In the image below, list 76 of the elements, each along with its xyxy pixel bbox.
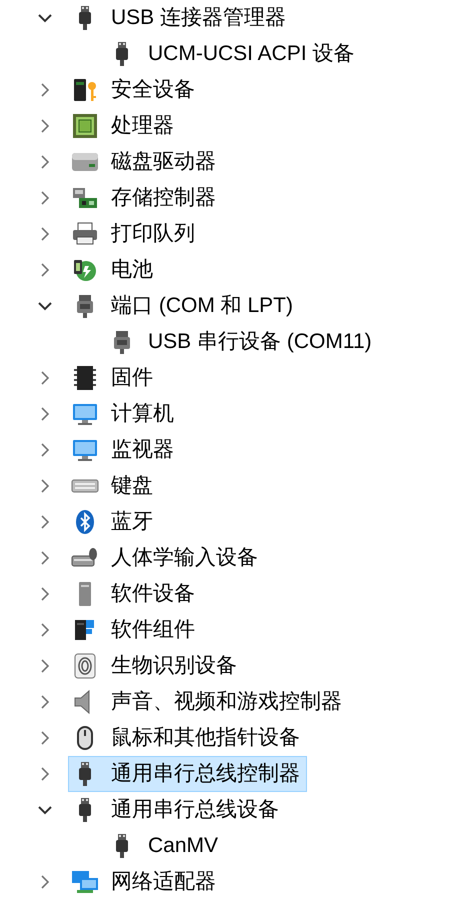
expand-chevron-icon[interactable] bbox=[41, 875, 50, 889]
tree-item[interactable]: 键盘 bbox=[68, 468, 160, 504]
device-key-icon bbox=[71, 76, 99, 104]
item-label: 通用串行总线控制器 bbox=[111, 761, 300, 788]
network-icon bbox=[71, 868, 99, 896]
tree-item[interactable]: 生物识别设备 bbox=[68, 648, 244, 684]
tree-item[interactable]: 声音、视频和游戏控制器 bbox=[68, 684, 349, 720]
expand-chevron-icon[interactable] bbox=[41, 767, 50, 781]
item-label: 人体学输入设备 bbox=[111, 545, 258, 572]
item-label: 处理器 bbox=[111, 113, 174, 140]
tree-item[interactable]: USB 连接器管理器 bbox=[68, 0, 294, 36]
item-label: USB 串行设备 (COM11) bbox=[148, 329, 372, 356]
tree-item[interactable]: 磁盘驱动器 bbox=[68, 144, 223, 180]
item-label: UCM-UCSI ACPI 设备 bbox=[148, 41, 355, 68]
expand-chevron-icon[interactable] bbox=[41, 515, 50, 529]
chip-icon bbox=[71, 112, 99, 140]
item-label: 端口 (COM 和 LPT) bbox=[111, 293, 293, 320]
item-label: 磁盘驱动器 bbox=[111, 149, 216, 176]
collapse-chevron-icon[interactable] bbox=[38, 806, 52, 814]
item-label: USB 连接器管理器 bbox=[111, 5, 286, 32]
item-label: 存储控制器 bbox=[111, 185, 216, 212]
tree-item[interactable]: 鼠标和其他指针设备 bbox=[68, 720, 307, 756]
tree-item[interactable]: 存储控制器 bbox=[68, 180, 223, 216]
tree-item[interactable]: 通用串行总线控制器 bbox=[68, 756, 307, 792]
tree-item[interactable]: 人体学输入设备 bbox=[68, 540, 265, 576]
item-label: 蓝牙 bbox=[111, 509, 153, 536]
item-label: 键盘 bbox=[111, 473, 153, 500]
expand-chevron-icon[interactable] bbox=[41, 659, 50, 673]
item-label: 固件 bbox=[111, 365, 153, 392]
chip-icon bbox=[71, 364, 99, 392]
item-label: 电池 bbox=[111, 257, 153, 284]
item-label: 软件组件 bbox=[111, 617, 195, 644]
tree-item[interactable]: 通用串行总线设备 bbox=[68, 792, 286, 828]
expand-chevron-icon[interactable] bbox=[41, 371, 50, 385]
collapse-chevron-icon[interactable] bbox=[38, 302, 52, 310]
item-label: 通用串行总线设备 bbox=[111, 797, 279, 824]
tree-item[interactable]: 固件 bbox=[68, 360, 160, 396]
expand-chevron-icon[interactable] bbox=[41, 551, 50, 565]
expand-chevron-icon[interactable] bbox=[41, 623, 50, 637]
item-label: CanMV bbox=[148, 833, 218, 860]
expand-chevron-icon[interactable] bbox=[41, 443, 50, 457]
expand-chevron-icon[interactable] bbox=[41, 119, 50, 133]
expand-chevron-icon[interactable] bbox=[41, 227, 50, 241]
tree-item[interactable]: 处理器 bbox=[68, 108, 181, 144]
expand-chevron-icon[interactable] bbox=[41, 479, 50, 493]
item-label: 网络适配器 bbox=[111, 869, 216, 896]
tree-item[interactable]: USB 串行设备 (COM11) bbox=[105, 324, 379, 360]
expand-chevron-icon[interactable] bbox=[41, 191, 50, 205]
expand-chevron-icon[interactable] bbox=[41, 695, 50, 709]
tree-item[interactable]: UCM-UCSI ACPI 设备 bbox=[105, 36, 362, 72]
tree-item[interactable]: 监视器 bbox=[68, 432, 181, 468]
item-label: 声音、视频和游戏控制器 bbox=[111, 689, 342, 716]
tree-item[interactable]: 安全设备 bbox=[68, 72, 202, 108]
item-label: 生物识别设备 bbox=[111, 653, 237, 680]
tree-item[interactable]: CanMV bbox=[105, 828, 226, 864]
tree-item[interactable]: 端口 (COM 和 LPT) bbox=[68, 288, 300, 324]
item-label: 打印队列 bbox=[111, 221, 195, 248]
item-label: 监视器 bbox=[111, 437, 174, 464]
item-label: 安全设备 bbox=[111, 77, 195, 104]
expand-chevron-icon[interactable] bbox=[41, 263, 50, 277]
expand-chevron-icon[interactable] bbox=[41, 155, 50, 169]
tree-item[interactable]: 蓝牙 bbox=[68, 504, 160, 540]
item-label: 计算机 bbox=[111, 401, 174, 428]
item-label: 鼠标和其他指针设备 bbox=[111, 725, 300, 752]
item-label: 软件设备 bbox=[111, 581, 195, 608]
tree-item[interactable]: 打印队列 bbox=[68, 216, 202, 252]
tree-item[interactable]: 计算机 bbox=[68, 396, 181, 432]
tree-item[interactable]: 电池 bbox=[68, 252, 160, 288]
expand-chevron-icon[interactable] bbox=[41, 407, 50, 421]
expand-chevron-icon[interactable] bbox=[41, 731, 50, 745]
tree-item[interactable]: 软件设备 bbox=[68, 576, 202, 612]
expand-chevron-icon[interactable] bbox=[41, 587, 50, 601]
tree-item[interactable]: 软件组件 bbox=[68, 612, 202, 648]
tree-item[interactable]: 网络适配器 bbox=[68, 864, 223, 900]
collapse-chevron-icon[interactable] bbox=[38, 14, 52, 22]
expand-chevron-icon[interactable] bbox=[41, 83, 50, 97]
